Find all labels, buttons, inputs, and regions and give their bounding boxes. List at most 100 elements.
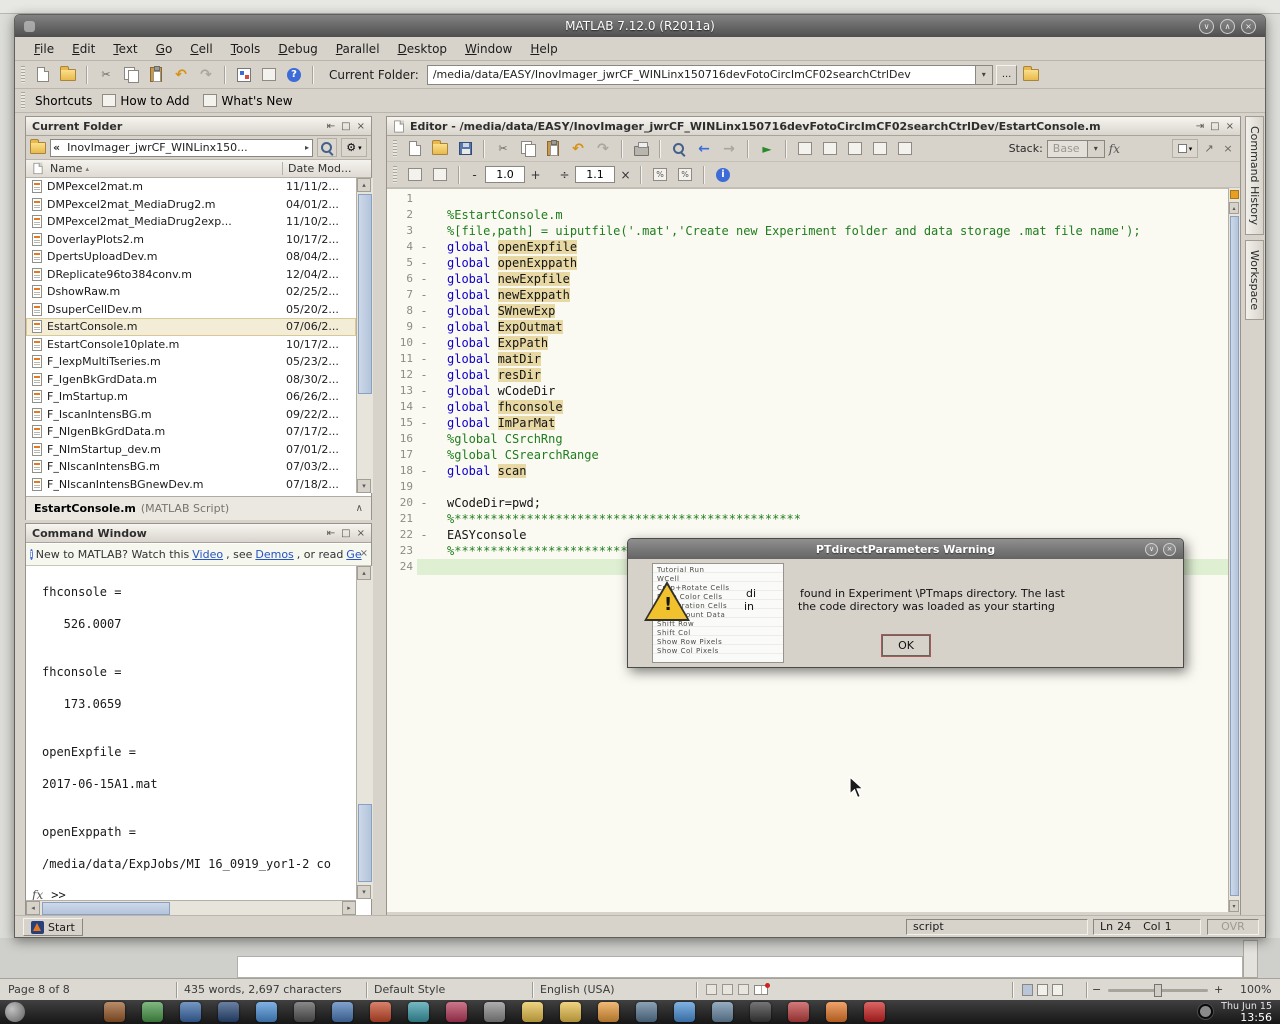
cell-tool-button[interactable]	[844, 138, 866, 160]
code-line[interactable]: 11-global matDir	[387, 351, 1230, 367]
open-file-button[interactable]	[429, 138, 451, 160]
code-line[interactable]: 2%EstartConsole.m	[387, 207, 1230, 223]
decrement-value-button[interactable]: -	[467, 167, 482, 183]
copy-button[interactable]	[517, 138, 539, 160]
selection-mode-icon[interactable]	[722, 984, 733, 995]
writer-scrollbar[interactable]	[1243, 940, 1258, 978]
scroll-up-icon[interactable]: ▴	[357, 566, 371, 580]
taskbar-app-icon[interactable]	[332, 1002, 353, 1022]
file-details-bar[interactable]: EstartConsole.m (MATLAB Script) ∧	[26, 496, 371, 520]
taskbar-app-icon[interactable]	[636, 1002, 657, 1022]
scroll-up-icon[interactable]: ▴	[1229, 202, 1239, 214]
taskbar-app-icon[interactable]	[446, 1002, 467, 1022]
save-button[interactable]	[454, 138, 476, 160]
column-name[interactable]: Name	[50, 162, 82, 175]
stack-combobox[interactable]: Base ▾	[1047, 140, 1105, 158]
scrollbar-thumb[interactable]	[358, 804, 372, 882]
dialog-titlebar[interactable]: PTdirectParameters Warning ∨ ×	[628, 539, 1183, 559]
editor-panel-title[interactable]: Editor - /media/data/EASY/InovImager_jwr…	[387, 117, 1240, 136]
multiply-value-button[interactable]: ×	[618, 167, 633, 183]
maximize-icon[interactable]: □	[341, 528, 350, 539]
code-line[interactable]: 8-global SWnewExp	[387, 303, 1230, 319]
video-link[interactable]: Video	[192, 548, 223, 561]
value-factor-field[interactable]: 1.1	[575, 166, 615, 183]
copy-button[interactable]	[120, 64, 142, 86]
file-list-scrollbar[interactable]: ▴ ▾	[356, 178, 373, 493]
shortcuts-drag-handle[interactable]	[21, 92, 25, 109]
run-button[interactable]: ►	[756, 138, 778, 160]
taskbar-app-icon[interactable]	[218, 1002, 239, 1022]
taskbar-app-icon[interactable]	[408, 1002, 429, 1022]
code-line[interactable]: 10-global ExpPath	[387, 335, 1230, 351]
cut-button[interactable]: ✂	[492, 138, 514, 160]
file-row[interactable]: F_IscanIntensBG.m09/22/2...	[26, 406, 356, 424]
menu-help[interactable]: Help	[521, 40, 566, 58]
chevron-right-icon[interactable]: ▸	[302, 143, 312, 152]
comment-tool-button[interactable]: %	[674, 164, 696, 186]
scroll-up-icon[interactable]: ▴	[357, 178, 371, 192]
maximize-icon[interactable]: □	[341, 121, 350, 132]
scroll-down-icon[interactable]: ▾	[357, 885, 371, 899]
value-step-field[interactable]: 1.0	[485, 166, 525, 183]
tab-workspace[interactable]: Workspace	[1245, 240, 1264, 320]
guide-button[interactable]	[258, 64, 280, 86]
tab-command-history[interactable]: Command History	[1245, 116, 1264, 235]
maximize-button[interactable]: ∧	[1220, 19, 1235, 34]
zoom-slider-thumb[interactable]	[1154, 984, 1162, 997]
current-folder-combobox[interactable]: /media/data/EASY/InovImager_jwrCF_WINLin…	[427, 65, 993, 85]
code-line[interactable]: 15-global ImParMat	[387, 415, 1230, 431]
taskbar-app-icon[interactable]	[180, 1002, 201, 1022]
column-date-modified[interactable]: Date Mod...	[288, 162, 351, 175]
up-folder-button[interactable]	[1020, 64, 1042, 86]
taskbar-app-icon[interactable]	[370, 1002, 391, 1022]
file-row[interactable]: F_NIscanIntensBG.m07/03/2...	[26, 458, 356, 476]
code-line[interactable]: 17%global CSrearchRange	[387, 447, 1230, 463]
mlint-indicator[interactable]	[1230, 190, 1239, 199]
redo-button[interactable]: ↷	[592, 138, 614, 160]
taskbar-app-icon[interactable]	[294, 1002, 315, 1022]
code-line[interactable]: 20-wCodeDir=pwd;	[387, 495, 1230, 511]
scroll-down-icon[interactable]: ▾	[357, 479, 371, 493]
menu-go[interactable]: Go	[147, 40, 182, 58]
close-editor-button[interactable]: ×	[1220, 138, 1236, 160]
file-row[interactable]: DMPexcel2mat_MediaDrug2exp...11/10/2...	[26, 213, 356, 231]
shortcut-whats-new[interactable]: What's New	[199, 94, 296, 108]
demos-link[interactable]: Demos	[255, 548, 293, 561]
single-page-view-icon[interactable]	[1022, 984, 1033, 996]
find-button[interactable]	[668, 138, 690, 160]
menu-edit[interactable]: Edit	[63, 40, 104, 58]
code-line[interactable]: 3%[file,path] = uiputfile('.mat','Create…	[387, 223, 1230, 239]
file-row[interactable]: DoverlayPlots2.m10/17/2...	[26, 231, 356, 249]
file-row[interactable]: F_IgenBkGrdData.m08/30/2...	[26, 371, 356, 389]
console-horizontal-scrollbar[interactable]: ◂ ▸	[26, 900, 356, 916]
cut-button[interactable]: ✂	[95, 64, 117, 86]
code-line[interactable]: 5-global openExppath	[387, 255, 1230, 271]
paste-button[interactable]	[145, 64, 167, 86]
dock-icon[interactable]: ⇥	[1196, 121, 1204, 132]
file-row[interactable]: F_NIgenBkGrdData.m07/17/2...	[26, 423, 356, 441]
menu-desktop[interactable]: Desktop	[389, 40, 457, 58]
address-combobox[interactable]: « InovImager_jwrCF_WINLinx150... ▸	[50, 139, 313, 157]
code-line[interactable]: 16%global CSrchRng	[387, 431, 1230, 447]
cell-tool-button[interactable]	[869, 138, 891, 160]
shortcut-how-to-add[interactable]: How to Add	[98, 94, 193, 108]
taskbar-app-icon[interactable]	[712, 1002, 733, 1022]
help-button[interactable]: ?	[283, 64, 305, 86]
toolbar-drag-handle[interactable]	[393, 166, 397, 183]
code-line[interactable]: 9-global ExpOutmat	[387, 319, 1230, 335]
column-separator[interactable]	[282, 162, 283, 175]
page-style[interactable]: Default Style	[374, 979, 445, 1001]
scrollbar-thumb[interactable]	[1230, 216, 1239, 896]
scrollbar-thumb[interactable]	[42, 902, 170, 915]
open-file-button[interactable]	[57, 64, 79, 86]
increment-value-button[interactable]: +	[528, 167, 543, 183]
file-row[interactable]: EstartConsole.m07/06/2...	[26, 318, 356, 336]
night-mode-icon[interactable]	[1197, 1003, 1214, 1020]
code-line[interactable]: 14-global fhconsole	[387, 399, 1230, 415]
search-button[interactable]	[317, 138, 337, 157]
start-button[interactable]: Start	[23, 918, 83, 936]
current-folder-panel-title[interactable]: Current Folder ⇤ □ ×	[26, 117, 371, 136]
banner-close-icon[interactable]: ×	[360, 548, 368, 559]
close-icon[interactable]: ×	[1226, 121, 1234, 132]
taskbar-app-icon[interactable]	[788, 1002, 809, 1022]
